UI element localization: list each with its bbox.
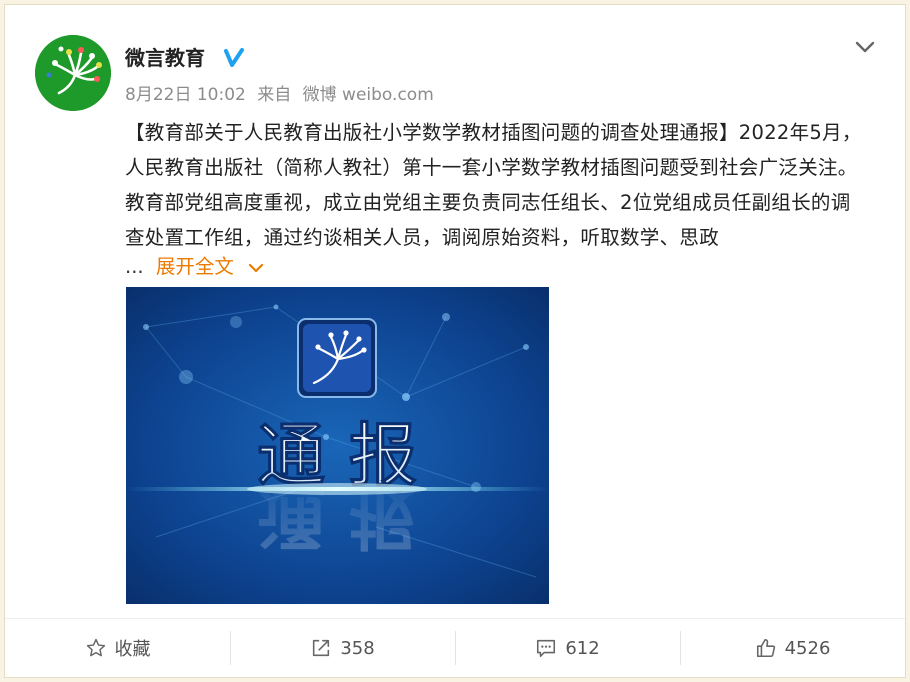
- comment-button[interactable]: 612: [455, 631, 680, 665]
- post-text: 【教育部关于人民教育出版社小学数学教材插图问题的调查处理通报】2022年5月，人…: [125, 121, 862, 249]
- favorite-button[interactable]: 收藏: [5, 631, 230, 665]
- notice-banner-image: 通 报 通 报: [126, 287, 549, 604]
- repost-button[interactable]: 358: [230, 631, 455, 665]
- verified-v-badge-icon: [224, 48, 244, 67]
- share-arrow-icon: [313, 639, 330, 657]
- comment-icon: [537, 639, 556, 658]
- favorite-label: 收藏: [114, 639, 151, 660]
- chevron-down-icon[interactable]: [248, 260, 264, 276]
- post-meta: 8月22日 10:02 来自 微博 weibo.com: [125, 83, 440, 107]
- post-source[interactable]: 微博 weibo.com: [303, 85, 434, 105]
- moe-logo-icon: [297, 318, 377, 398]
- chevron-down-icon[interactable]: [853, 35, 877, 59]
- thumbs-up-icon: [756, 638, 775, 658]
- dandelion-logo-icon: [35, 35, 111, 111]
- ellipsis: ...: [125, 255, 144, 278]
- author-name[interactable]: 微言教育: [125, 45, 205, 71]
- author-avatar[interactable]: [35, 35, 111, 111]
- expand-full-text-link[interactable]: 展开全文: [156, 255, 234, 278]
- post-image[interactable]: 通 报 通 报: [126, 287, 549, 604]
- post-date[interactable]: 8月22日 10:02: [125, 85, 246, 105]
- like-count: 4526: [784, 637, 831, 659]
- expand-row: ... 展开全文: [125, 249, 264, 284]
- star-icon: [86, 638, 105, 657]
- weibo-post-card: 微言教育 8月22日 10:02 来自 微博 weibo.com 【教育部关于人…: [4, 4, 906, 678]
- post-source-prefix: 来自: [257, 85, 292, 105]
- repost-count: 358: [340, 637, 375, 659]
- like-button[interactable]: 4526: [680, 631, 905, 665]
- action-bar: 收藏 358 612 4526: [5, 618, 905, 677]
- comment-count: 612: [565, 637, 600, 659]
